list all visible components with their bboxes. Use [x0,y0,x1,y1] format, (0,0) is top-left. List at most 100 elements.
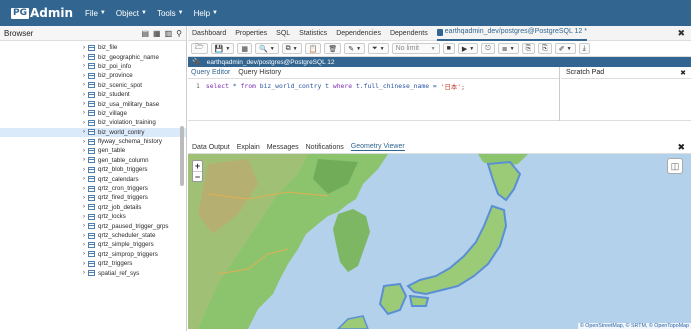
tree-item[interactable]: › qrtz_calendars [0,174,186,183]
chevron-right-icon[interactable]: › [83,233,85,239]
tree-scrollbar[interactable] [180,126,184,186]
tab-geometry-viewer[interactable]: Geometry Viewer [350,143,405,151]
zoom-in-button[interactable]: + [193,161,202,171]
tree-item[interactable]: › gen_table [0,146,186,155]
delete-button[interactable]: 🗑 [324,43,342,54]
map-attribution[interactable]: © OpenStreetMap, © SRTM, © OpenTopoMap [577,323,691,329]
tree-item[interactable]: › biz_student [0,90,186,99]
chevron-right-icon[interactable]: › [83,214,85,220]
find-button[interactable]: 🔍 ▼ [254,43,279,54]
chevron-right-icon[interactable]: › [83,261,85,267]
tree-item[interactable]: › flyway_schema_history [0,137,186,146]
chevron-right-icon[interactable]: › [83,92,85,98]
tree-item[interactable]: › qrtz_locks [0,212,186,221]
chevron-right-icon[interactable]: › [83,251,85,257]
tree-item[interactable]: › qrtz_simprop_triggers [0,250,186,259]
close-icon[interactable]: ✖ [680,69,686,77]
tree-item[interactable]: › biz_usa_military_base [0,99,186,108]
tab-data-output[interactable]: Data Output [192,144,230,151]
tree-item[interactable]: › biz_province [0,71,186,80]
tree-item[interactable]: › biz_poi_info [0,62,186,71]
chevron-right-icon[interactable]: › [83,157,85,163]
tree-item[interactable]: › biz_violation_training [0,118,186,127]
chevron-right-icon[interactable]: › [83,242,85,248]
chevron-right-icon[interactable]: › [83,45,85,51]
chevron-right-icon[interactable]: › [83,186,85,192]
chevron-right-icon[interactable]: › [83,54,85,60]
copy-button[interactable]: ⧉ ▼ [281,43,302,54]
tree-item[interactable]: › biz_geographic_name [0,52,186,61]
tab-properties[interactable]: Properties [235,30,267,37]
close-icon[interactable]: ✖ [677,28,685,39]
explain-analyze-button[interactable]: ≣ ▼ [497,43,519,54]
tab-messages[interactable]: Messages [267,144,299,151]
limit-select[interactable]: No limit ▼ [391,43,440,54]
rollback-button[interactable]: ⎘ [538,43,552,54]
close-icon[interactable]: ✖ [677,142,685,153]
tree-item[interactable]: › qrtz_job_details [0,203,186,212]
menu-file[interactable]: File ▼ [85,9,106,18]
tree-item[interactable]: › spatial_ref_sys [0,268,186,277]
explain-button[interactable]: ⎋ [481,43,495,54]
database-icon[interactable]: ▤ [141,29,149,38]
tree-item[interactable]: › qrtz_triggers [0,259,186,268]
tab-notifications[interactable]: Notifications [306,144,344,151]
chevron-right-icon[interactable]: › [83,129,85,135]
search-icon[interactable]: ⚲ [176,29,182,38]
tree-item[interactable]: › gen_table_column [0,156,186,165]
geometry-map[interactable]: + − ◫ © OpenStreetMap, © SRTM, © OpenTop… [188,154,691,329]
grid-button[interactable]: ▦ [237,43,252,54]
tab-sql[interactable]: SQL [276,30,290,37]
tab-query-history[interactable]: Query History [238,69,281,76]
tab-dependencies[interactable]: Dependencies [336,30,381,37]
sql-editor[interactable]: 1 select * from biz_world_contry t where… [188,79,559,93]
tree-item[interactable]: › qrtz_scheduler_state [0,231,186,240]
chevron-right-icon[interactable]: › [83,148,85,154]
zoom-out-button[interactable]: − [193,171,202,182]
macros-button[interactable]: ✐ ▼ [554,43,576,54]
edit-button[interactable]: ✎ ▼ [344,43,366,54]
chevron-right-icon[interactable]: › [83,204,85,210]
chevron-right-icon[interactable]: › [83,167,85,173]
chevron-right-icon[interactable]: › [83,110,85,116]
menu-help[interactable]: Help ▼ [194,9,218,18]
chevron-right-icon[interactable]: › [83,176,85,182]
commit-button[interactable]: ⎘ [521,43,536,54]
chevron-right-icon[interactable]: › [83,63,85,69]
stop-button[interactable]: ■ [442,43,455,54]
tree-item[interactable]: › biz_file [0,43,186,52]
tree-item[interactable]: › biz_world_contry [0,127,186,137]
tree-item[interactable]: › biz_village [0,109,186,118]
tree-item[interactable]: › qrtz_paused_trigger_grps [0,221,186,230]
chevron-right-icon[interactable]: › [83,195,85,201]
menu-object[interactable]: Object ▼ [116,9,147,18]
tree-item[interactable]: › qrtz_fired_triggers [0,193,186,202]
tab-dashboard[interactable]: Dashboard [192,30,226,37]
tree-item[interactable]: › qrtz_simple_triggers [0,240,186,249]
paste-button[interactable]: 📋 [304,43,322,54]
tab-explain[interactable]: Explain [237,144,260,151]
view-icon[interactable]: ▥ [165,29,173,38]
chevron-right-icon[interactable]: › [83,101,85,107]
tree-item[interactable]: › qrtz_blob_triggers [0,165,186,174]
execute-button[interactable]: ▶ ▼ [457,43,479,54]
open-file-button[interactable]: 🗁 [191,43,208,54]
chevron-right-icon[interactable]: › [83,73,85,79]
tab-query-tool[interactable]: earthqadmin_dev/postgres@PostgreSQL 12 * [436,26,587,41]
chevron-right-icon[interactable]: › [83,270,85,276]
table-icon[interactable]: ▦ [153,29,161,38]
tab-statistics[interactable]: Statistics [299,30,327,37]
chevron-right-icon[interactable]: › [83,223,85,229]
download-button[interactable]: ⤓ [578,43,590,54]
layers-icon[interactable]: ◫ [667,158,683,174]
tab-query-editor[interactable]: Query Editor [191,69,230,76]
chevron-right-icon[interactable]: › [83,120,85,126]
tab-dependents[interactable]: Dependents [390,30,428,37]
chevron-right-icon[interactable]: › [83,139,85,145]
tree-item[interactable]: › biz_scenic_spot [0,81,186,90]
filter-button[interactable]: ⏷ ▼ [368,43,389,54]
tree-item[interactable]: › qrtz_cron_triggers [0,184,186,193]
menu-tools[interactable]: Tools ▼ [157,9,184,18]
chevron-right-icon[interactable]: › [83,82,85,88]
save-button[interactable]: 💾 ▼ [210,43,235,54]
